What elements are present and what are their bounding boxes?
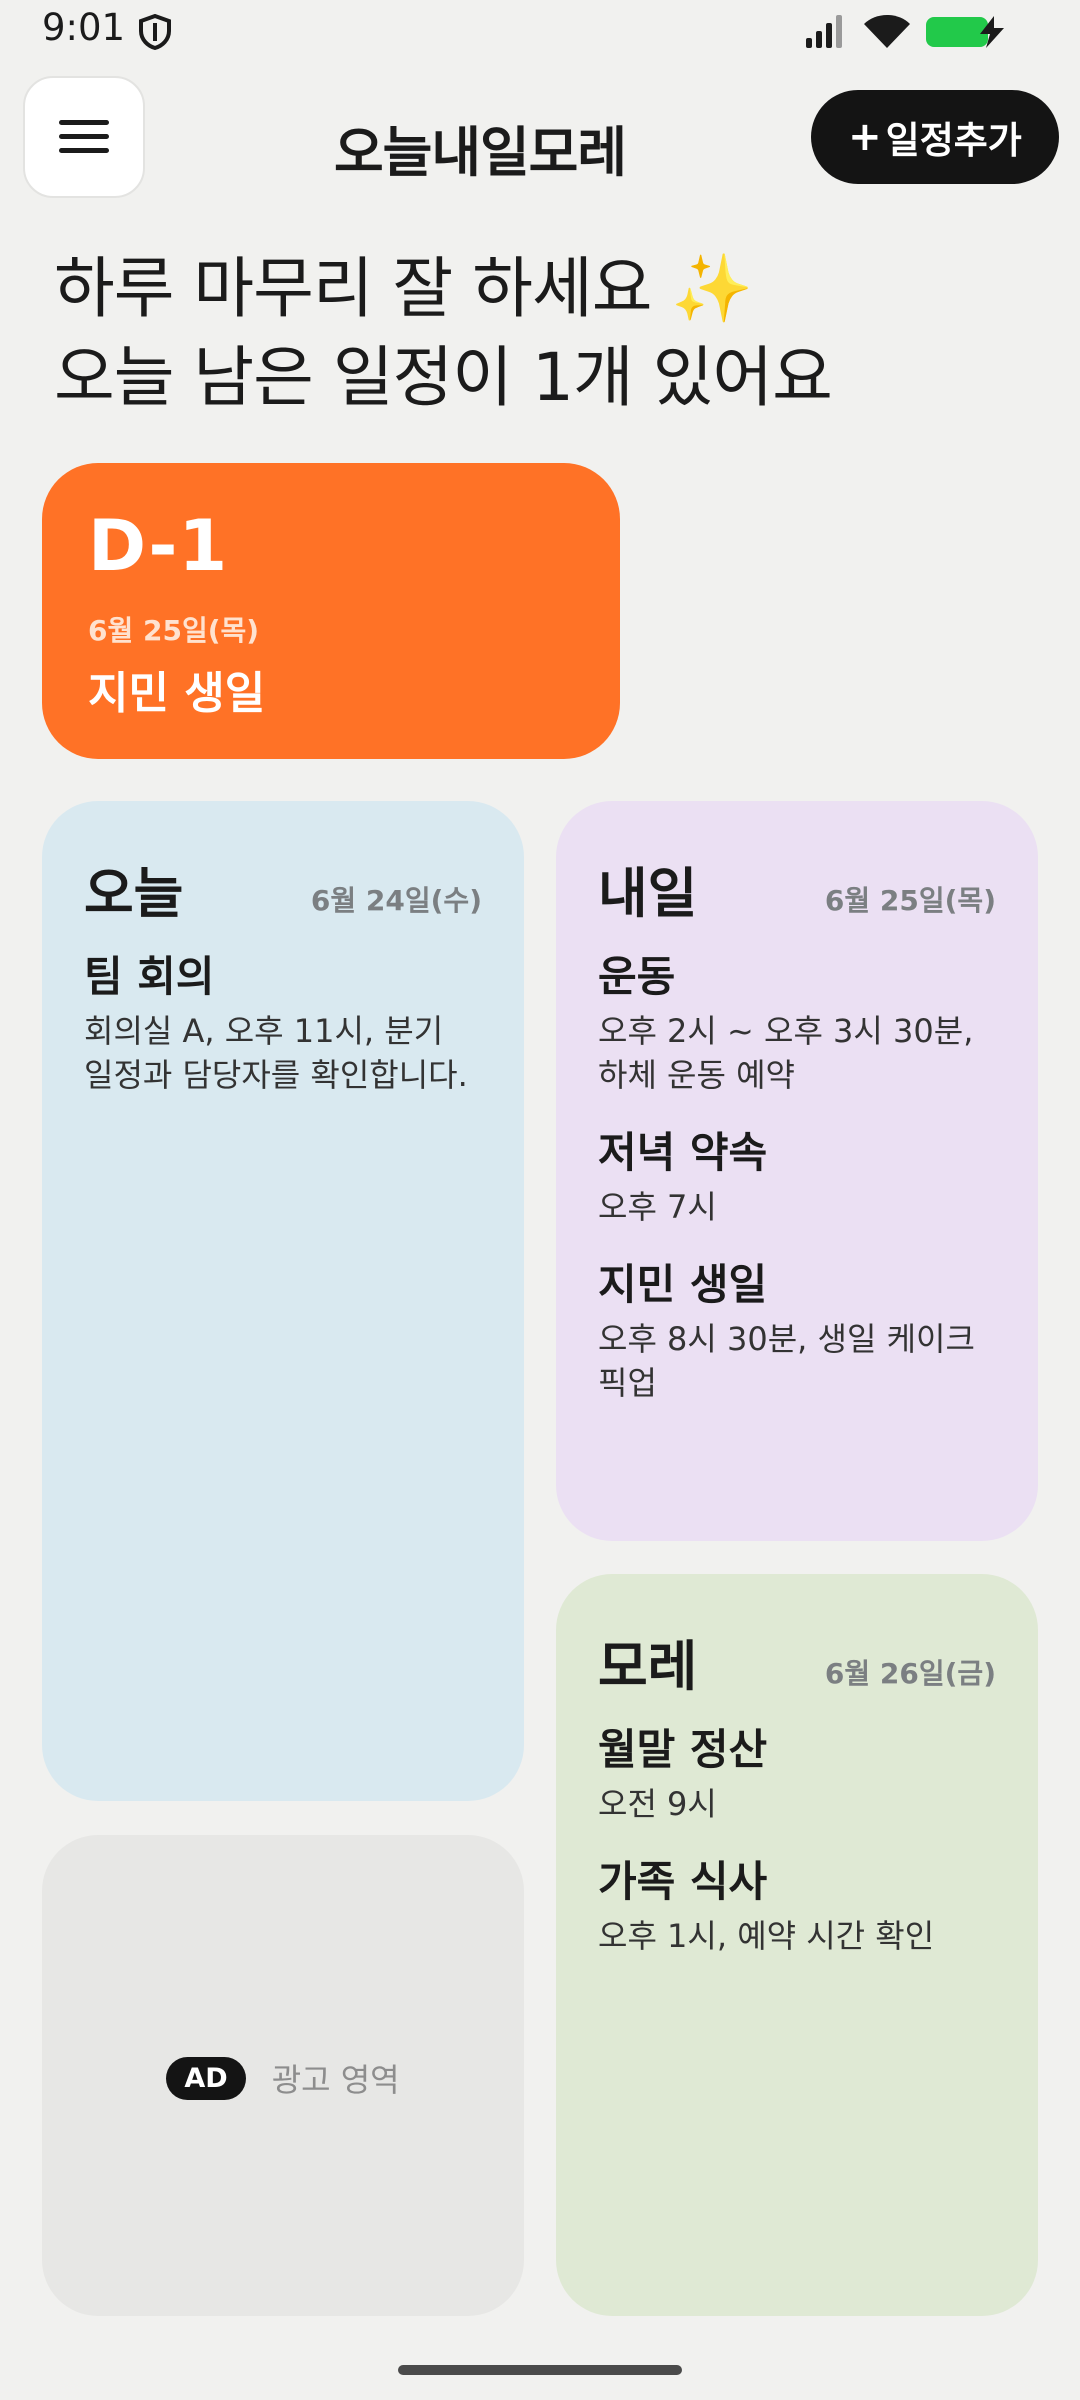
add-schedule-label: 일정추가 xyxy=(885,119,1022,162)
event-title: 지민 생일 xyxy=(598,1260,768,1309)
tomorrow-events: 운동 오후 2시 ~ 오후 3시 30분, 하체 운동 예약 저녁 약속 오후 … xyxy=(598,949,996,1433)
dday-date: 6월 25일(목) xyxy=(88,614,260,647)
status-bar: 9:01 xyxy=(0,0,1080,62)
event-desc: 오후 1시, 예약 시간 확인 xyxy=(598,1917,935,1955)
event-title: 월말 정산 xyxy=(598,1725,768,1774)
greeting-line-1: 하루 마무리 잘 하세요 ✨ xyxy=(54,250,754,327)
ad-card[interactable]: AD 광고 영역 xyxy=(42,1835,524,2316)
dayafter-card[interactable]: 모레 6월 26일(금) 월말 정산 오전 9시 가족 식사 오후 1시, 예약… xyxy=(556,1574,1038,2316)
event-item[interactable]: 가족 식사 오후 1시, 예약 시간 확인 xyxy=(598,1854,996,1958)
wifi-icon xyxy=(864,15,910,48)
today-events: 팀 회의 회의실 A, 오후 11시, 분기 일정과 담당자를 확인합니다. xyxy=(84,949,482,1125)
today-date: 6월 24일(수) xyxy=(310,884,482,917)
event-item[interactable]: 저녁 약속 오후 7시 xyxy=(598,1125,996,1229)
status-time: 9:01 xyxy=(42,6,126,49)
dday-card[interactable]: D-1 6월 25일(목) 지민 생일 xyxy=(42,463,620,759)
today-card[interactable]: 오늘 6월 24일(수) 팀 회의 회의실 A, 오후 11시, 분기 일정과 … xyxy=(42,801,524,1801)
event-desc: 회의실 A, 오후 11시, 분기 일정과 담당자를 확인합니다. xyxy=(84,1012,468,1094)
greeting-line-2: 오늘 남은 일정이 1개 있어요 xyxy=(54,339,833,416)
ad-text: 광고 영역 xyxy=(271,2061,400,2099)
tomorrow-label: 내일 xyxy=(598,862,698,925)
event-desc: 오후 7시 xyxy=(598,1188,717,1226)
event-desc: 오후 2시 ~ 오후 3시 30분, 하체 운동 예약 xyxy=(598,1012,974,1094)
ad-content: AD 광고 영역 xyxy=(42,2055,524,2101)
event-title: 운동 xyxy=(598,952,676,1001)
battery-charging-icon xyxy=(926,16,1004,48)
greeting: 하루 마무리 잘 하세요 ✨ 오늘 남은 일정이 1개 있어요 xyxy=(54,244,833,422)
event-title: 저녁 약속 xyxy=(598,1128,768,1177)
tomorrow-date: 6월 25일(목) xyxy=(824,884,996,917)
event-item[interactable]: 팀 회의 회의실 A, 오후 11시, 분기 일정과 담당자를 확인합니다. xyxy=(84,949,482,1097)
event-desc: 오후 8시 30분, 생일 케이크 픽업 xyxy=(598,1320,975,1402)
home-indicator[interactable] xyxy=(398,2365,682,2375)
event-item[interactable]: 운동 오후 2시 ~ 오후 3시 30분, 하체 운동 예약 xyxy=(598,949,996,1097)
ad-badge: AD xyxy=(166,2056,246,2100)
add-schedule-button[interactable]: + 일정추가 xyxy=(811,90,1059,184)
dayafter-events: 월말 정산 오전 9시 가족 식사 오후 1시, 예약 시간 확인 xyxy=(598,1722,996,1986)
dayafter-label: 모레 xyxy=(598,1635,698,1698)
dday-count: D-1 xyxy=(88,505,229,587)
event-item[interactable]: 월말 정산 오전 9시 xyxy=(598,1722,996,1826)
tomorrow-card[interactable]: 내일 6월 25일(목) 운동 오후 2시 ~ 오후 3시 30분, 하체 운동… xyxy=(556,801,1038,1541)
event-desc: 오전 9시 xyxy=(598,1785,717,1823)
event-title: 가족 식사 xyxy=(598,1857,768,1906)
shield-icon xyxy=(139,14,171,50)
cellular-signal-icon xyxy=(806,15,842,48)
dday-title: 지민 생일 xyxy=(88,668,266,719)
event-item[interactable]: 지민 생일 오후 8시 30분, 생일 케이크 픽업 xyxy=(598,1257,996,1405)
dayafter-date: 6월 26일(금) xyxy=(824,1657,996,1690)
today-label: 오늘 xyxy=(84,862,184,925)
plus-icon: + xyxy=(848,114,882,160)
event-title: 팀 회의 xyxy=(84,952,215,1001)
